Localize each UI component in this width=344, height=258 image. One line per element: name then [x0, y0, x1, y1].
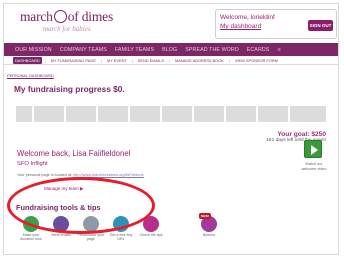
subnav-tab-my-event[interactable]: MY EVENT	[105, 57, 129, 64]
new-badge: NEW!	[199, 213, 211, 219]
my-dashboard-link[interactable]: My dashboard	[220, 23, 261, 30]
logo-text-left: march	[20, 9, 53, 24]
progress-bar-segment	[162, 106, 192, 122]
nav-item-spread-the-word[interactable]: SPREAD THE WORD	[185, 47, 239, 53]
progress-bar-segment	[98, 106, 128, 122]
subnav-separator: |	[100, 57, 102, 63]
progress-bar-segment	[290, 106, 326, 122]
logo-circle-icon	[53, 10, 67, 23]
tool-buttons[interactable]: Buttons	[194, 216, 224, 237]
red-annotation-oval	[7, 177, 155, 234]
logo-tagline: march for babies	[43, 25, 91, 33]
tool-label: Buttons	[202, 233, 216, 237]
subnav-tab-my-fundraising-page[interactable]: MY FUNDRAISING PAGE	[49, 57, 98, 64]
subnav-tab-manage-address-book[interactable]: MANAGE ADDRESS BOOK	[173, 57, 226, 64]
subnav-separator: |	[131, 57, 133, 63]
breadcrumb[interactable]: PERSONAL DASHBOARD	[7, 73, 54, 78]
progress-bar-segment	[226, 106, 256, 122]
welcome-back-heading: Welcome back, Lisa Faiifieldonel	[17, 149, 131, 158]
tool-label: Check the tips	[139, 233, 163, 237]
sign-out-button[interactable]: SIGN OUT	[308, 20, 333, 31]
progress-bar-segment	[130, 106, 160, 122]
nav-item-family-teams[interactable]: FAMILY TEAMS	[115, 47, 154, 53]
subnav-tab-send-emails[interactable]: SEND EMAILS	[136, 57, 166, 64]
welcome-text: Welcome, lorieldinf	[220, 14, 275, 21]
nav-item-our-mission[interactable]: OUR MISSION	[15, 47, 52, 53]
welcome-video-label[interactable]: Watch our welcome video	[300, 162, 328, 172]
progress-bar-segment	[194, 106, 224, 122]
tool-label: Get a free tiny URL	[109, 233, 133, 241]
dashboard-subnav: DASHBOARD | MY FUNDRAISING PAGE | MY EVE…	[4, 56, 338, 65]
subnav-tab-dashboard[interactable]: DASHBOARD	[13, 56, 42, 64]
subnav-separator: |	[168, 57, 170, 63]
play-video-icon[interactable]	[304, 140, 322, 158]
tool-label: Personalize your page	[77, 233, 105, 241]
logo-text-right: of dimes	[67, 9, 114, 24]
subnav-separator: |	[44, 57, 46, 63]
progress-bar-segment	[258, 106, 288, 122]
main-nav: OUR MISSION COMPANY TEAMS FAMILY TEAMS B…	[4, 43, 338, 56]
progress-bar-segment	[66, 106, 96, 122]
nav-item-company-teams[interactable]: COMPANY TEAMS	[60, 47, 107, 53]
progress-bar-segment	[16, 106, 32, 122]
subnav-tab-view-sponsor-form[interactable]: VIEW SPONSOR FORM	[233, 57, 280, 64]
nav-item-ecards[interactable]: ECARDS	[247, 47, 270, 53]
tool-label: Make your donation now	[20, 233, 42, 241]
progress-bar-segment	[34, 106, 64, 122]
fundraising-progress-title: My fundraising progress $0.	[14, 84, 125, 94]
page-frame: march of dimes march for babies Welcome,…	[3, 3, 339, 255]
fundraising-goal: Your goal: $250	[277, 131, 326, 138]
personal-page-url-prefix: Your personal page is located at:	[17, 173, 73, 177]
fundraising-progress-bar	[16, 106, 326, 122]
nav-item-blog[interactable]: BLOG	[162, 47, 177, 53]
nav-more-icon[interactable]: ≡	[277, 47, 280, 53]
subnav-separator: |	[228, 57, 230, 63]
welcome-box: Welcome, lorieldinf My dashboard SIGN OU…	[215, 9, 337, 39]
march-of-dimes-logo[interactable]: march of dimes march for babies	[20, 10, 113, 40]
team-name[interactable]: SFO Inflight	[17, 161, 48, 167]
